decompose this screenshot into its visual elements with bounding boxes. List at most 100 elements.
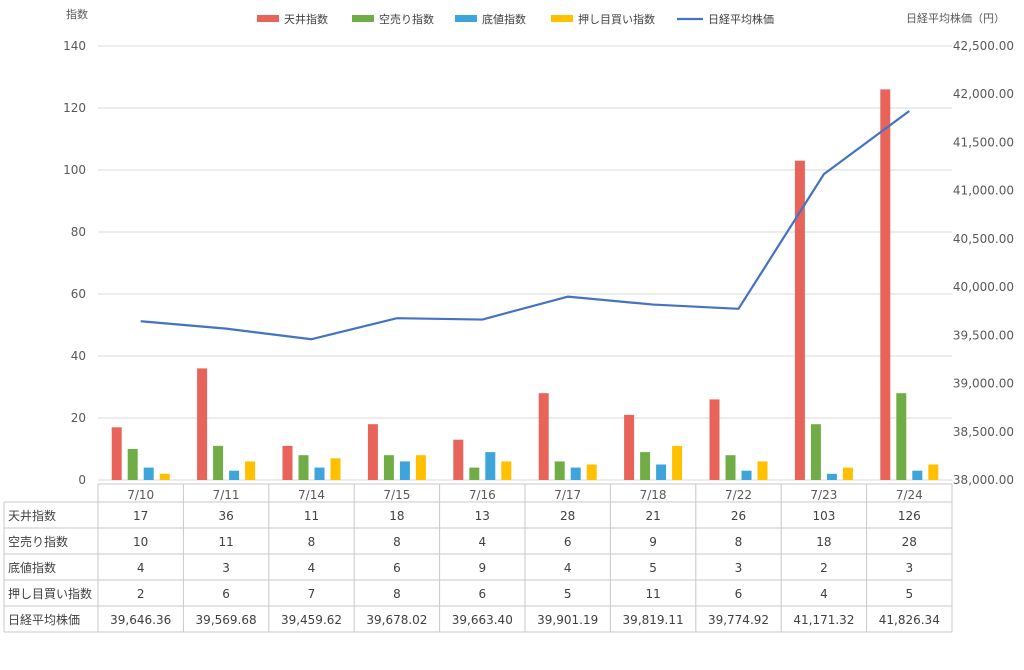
table-cell: 5 xyxy=(649,561,657,575)
table-cell: 3 xyxy=(735,561,743,575)
table-row-label: 底値指数 xyxy=(8,560,56,575)
table-cell: 11 xyxy=(304,509,319,523)
bar xyxy=(912,470,923,480)
table-cell: 39,774.92 xyxy=(708,613,769,627)
y-right-tick-label: 41,500.00 xyxy=(953,135,1014,149)
table-cell: 2 xyxy=(820,561,828,575)
bar xyxy=(330,458,341,480)
y-left-tick-label: 20 xyxy=(71,411,86,425)
series-line xyxy=(140,110,910,341)
table-cell: 3 xyxy=(222,561,230,575)
y-left-tick-label: 140 xyxy=(63,39,86,53)
bar xyxy=(741,470,752,480)
table-cell: 4 xyxy=(564,561,572,575)
table-cell: 39,819.11 xyxy=(623,613,684,627)
bar xyxy=(469,467,480,480)
y-right-tick-label: 38,000.00 xyxy=(953,473,1014,487)
y-right-axis: 38,000.00 38,500.00 39,000.00 39,500.00 40,0… xyxy=(953,39,1014,487)
y-left-tick-label: 120 xyxy=(63,101,86,115)
table-cell: 5 xyxy=(564,587,572,601)
bar xyxy=(880,89,891,481)
bar xyxy=(213,445,224,480)
bar xyxy=(453,439,464,480)
bar xyxy=(314,467,325,480)
x-tick-label: 7/14 xyxy=(298,488,325,502)
table-cell: 10 xyxy=(133,535,148,549)
y-left-axis-title: 指数 xyxy=(66,7,88,21)
legend-label: 日経平均株価 xyxy=(708,12,774,26)
table-cell: 4 xyxy=(478,535,486,549)
bar xyxy=(159,473,170,480)
table-cell: 18 xyxy=(389,509,404,523)
bar xyxy=(554,461,565,480)
bar xyxy=(842,467,853,480)
table-cell: 6 xyxy=(478,587,486,601)
bar xyxy=(538,393,549,480)
table-cell: 126 xyxy=(898,509,921,523)
table-cell: 9 xyxy=(649,535,657,549)
table-cell: 6 xyxy=(393,561,401,575)
table-row-label: 押し目買い指数 xyxy=(8,586,92,601)
table-cell: 39,663.40 xyxy=(452,613,513,627)
y-right-tick-label: 41,000.00 xyxy=(953,184,1014,198)
table-cell: 39,569.68 xyxy=(196,613,257,627)
y-right-axis-title: 日経平均株価（円） xyxy=(906,11,1005,25)
x-tick-label: 7/24 xyxy=(896,488,923,502)
bar xyxy=(501,461,512,480)
bar xyxy=(794,160,805,480)
legend-label: 底値指数 xyxy=(482,12,526,26)
table-cell: 39,646.36 xyxy=(110,613,171,627)
table-cell: 36 xyxy=(218,509,233,523)
x-tick-label: 7/18 xyxy=(640,488,667,502)
bar xyxy=(624,414,635,480)
table-cell: 28 xyxy=(560,509,575,523)
table-cell: 11 xyxy=(645,587,660,601)
table-cell: 4 xyxy=(308,561,316,575)
x-tick-label: 7/23 xyxy=(810,488,837,502)
y-left-tick-label: 40 xyxy=(71,349,86,363)
table-cell: 7 xyxy=(308,587,316,601)
legend-label: 空売り指数 xyxy=(379,12,434,26)
table-cell: 39,459.62 xyxy=(281,613,342,627)
bar xyxy=(143,467,154,480)
bar xyxy=(229,470,240,480)
y-left-tick-label: 80 xyxy=(71,225,86,239)
data-table: 7/10 7/11 7/14 7/15 7/16 7/17 7/18 7/22 7/23 7/24… xyxy=(3,483,953,633)
table-cell: 21 xyxy=(645,509,660,523)
bar xyxy=(570,467,581,480)
bar xyxy=(367,424,378,480)
bar xyxy=(383,455,394,480)
y-right-tick-label: 40,500.00 xyxy=(953,232,1014,246)
table-cell: 5 xyxy=(905,587,913,601)
bar xyxy=(127,449,138,480)
legend-swatch xyxy=(455,15,477,22)
table-cell: 39,678.02 xyxy=(366,613,427,627)
chart: 指数 日経平均株価（円） 0 20 40 60 80 100 120 140 38,000.0… xyxy=(3,7,1014,633)
x-tick-label: 7/16 xyxy=(469,488,496,502)
table-cell: 2 xyxy=(137,587,145,601)
bar xyxy=(415,455,426,480)
bar xyxy=(656,464,667,480)
bar xyxy=(757,461,768,480)
table-cell: 9 xyxy=(478,561,486,575)
table-cell: 17 xyxy=(133,509,148,523)
table-cell: 4 xyxy=(820,587,828,601)
bar xyxy=(282,445,293,480)
y-left-tick-label: 0 xyxy=(78,473,86,487)
table-cell: 28 xyxy=(902,535,917,549)
table-cell: 8 xyxy=(393,587,401,601)
legend: 天井指数 空売り指数 底値指数 押し目買い指数 日経平均株価 xyxy=(257,12,774,26)
y-left-tick-label: 100 xyxy=(63,163,86,177)
bar xyxy=(928,464,939,480)
x-tick-label: 7/15 xyxy=(383,488,410,502)
y-right-tick-label: 39,500.00 xyxy=(953,328,1014,342)
table-cell: 6 xyxy=(735,587,743,601)
bar xyxy=(298,455,309,480)
y-right-tick-label: 42,000.00 xyxy=(953,87,1014,101)
table-cell: 13 xyxy=(475,509,490,523)
table-cell: 4 xyxy=(137,561,145,575)
bar xyxy=(399,461,410,480)
y-right-tick-label: 42,500.00 xyxy=(953,39,1014,53)
y-right-tick-label: 40,000.00 xyxy=(953,280,1014,294)
bar xyxy=(709,399,720,480)
